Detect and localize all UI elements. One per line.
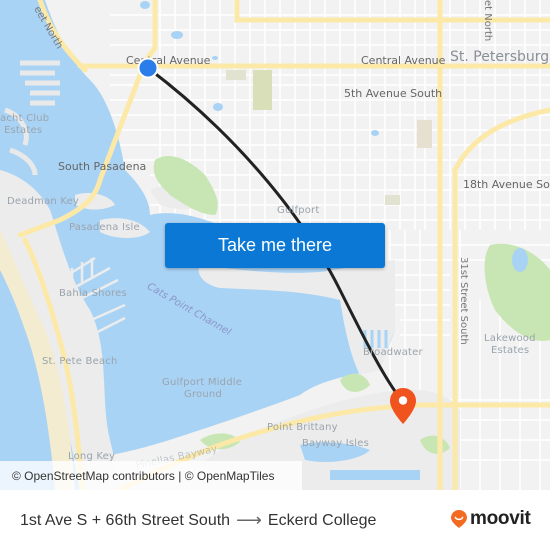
brand-wordmark: moovit [470,508,531,529]
map-label: Bahia Shores [59,288,127,299]
destination-name: Eckerd College [267,511,377,529]
route-title: 1st Ave S + 66th Street South ⟶ Eckerd C… [20,510,376,531]
map-label: Lakewood [484,333,536,344]
map-label: Bayway Isles [302,438,370,449]
map-label: St. Petersburg [450,49,550,65]
map-label: Broadwater [363,347,423,358]
origin-name: 1st Ave S + 66th Street South [20,511,231,529]
map-label: Deadman Key [7,196,80,207]
map-label: Estates [4,125,43,136]
footer: 1st Ave S + 66th Street South ⟶ Eckerd C… [0,490,550,550]
destination-pin-icon[interactable] [388,387,418,425]
map-label: 18th Avenue Sou [463,178,550,191]
map-label: 31st Street South [458,257,469,345]
arrow-right-icon: ⟶ [236,510,262,530]
take-me-there-button[interactable]: Take me there [165,223,385,268]
map-label: Point Brittany [267,422,338,433]
origin-marker-icon[interactable] [136,56,160,80]
map-label: Pasadena Isle [69,222,140,233]
map-label: Gulfport Middle [162,377,243,388]
map-label: 5th Avenue South [344,87,443,100]
map-attribution: © OpenStreetMap contributors | © OpenMap… [0,461,302,490]
attribution-text: © OpenStreetMap contributors | © OpenMap… [12,468,275,483]
moovit-logo: moovit [450,508,531,530]
map-label: South Pasadena [58,160,147,173]
map-label: et North [482,0,493,42]
map[interactable]: eet North Central Avenue Central Avenue … [0,0,550,490]
map-label: Estates [491,345,530,356]
map-label: Gulfport [277,205,320,216]
map-label: Ground [184,389,222,400]
map-label: St. Pete Beach [42,356,118,367]
map-label: acht Club [0,113,50,124]
moovit-pin-icon [451,510,467,528]
map-label: Central Avenue [361,54,446,67]
